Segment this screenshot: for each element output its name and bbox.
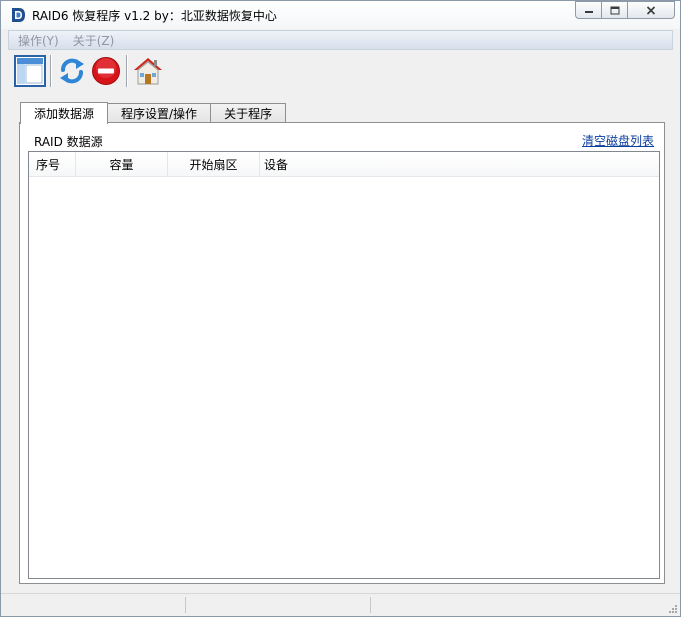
- layout-window-button[interactable]: [13, 54, 47, 88]
- close-button[interactable]: [628, 1, 675, 19]
- app-window: RAID6 恢复程序 v1.2 by：北亚数据恢复中心 操作(Y) 关于(Z) …: [0, 0, 681, 617]
- tab-strip: 添加数据源 程序设置/操作 关于程序: [20, 101, 287, 124]
- layout-window-icon: [14, 55, 46, 87]
- list-header: 序号 容量 开始扇区 设备: [29, 152, 659, 177]
- window-controls: [575, 1, 675, 20]
- stop-button[interactable]: [89, 54, 123, 88]
- refresh-button[interactable]: [55, 54, 89, 88]
- minimize-icon: [584, 11, 593, 13]
- column-header-start-sector[interactable]: 开始扇区: [168, 152, 260, 176]
- toolbar: [13, 53, 165, 89]
- list-body[interactable]: [29, 177, 659, 578]
- app-logo-icon: [12, 8, 25, 22]
- refresh-icon: [60, 58, 84, 84]
- tab-about-program[interactable]: 关于程序: [210, 103, 287, 123]
- maximize-button[interactable]: [602, 1, 628, 19]
- toolbar-separator: [50, 55, 52, 87]
- clear-disk-list-link[interactable]: 清空磁盘列表: [582, 132, 654, 149]
- column-header-capacity[interactable]: 容量: [76, 152, 168, 176]
- tab-program-settings[interactable]: 程序设置/操作: [107, 103, 212, 123]
- window-title: RAID6 恢复程序 v1.2 by：北亚数据恢复中心: [32, 9, 277, 23]
- menu-item-operate[interactable]: 操作(Y): [18, 32, 59, 49]
- status-pane-divider: [370, 597, 371, 613]
- home-icon: [134, 58, 162, 85]
- status-pane-divider: [185, 597, 186, 613]
- menu-bar: 操作(Y) 关于(Z): [8, 30, 673, 50]
- home-button[interactable]: [131, 54, 165, 88]
- disk-list[interactable]: 序号 容量 开始扇区 设备: [28, 151, 660, 579]
- resize-grip-icon[interactable]: [666, 602, 678, 614]
- tab-add-source[interactable]: 添加数据源: [20, 102, 109, 124]
- menu-item-about[interactable]: 关于(Z): [73, 32, 115, 49]
- maximize-icon: [610, 6, 619, 14]
- minimize-button[interactable]: [575, 1, 602, 19]
- close-icon: [646, 5, 656, 15]
- toolbar-separator: [126, 55, 128, 87]
- tab-panel-add-source: RAID 数据源 清空磁盘列表 序号 容量 开始扇区 设备: [19, 122, 665, 584]
- column-header-index[interactable]: 序号: [29, 152, 76, 176]
- stop-icon: [92, 57, 120, 85]
- column-header-device[interactable]: 设备: [260, 152, 659, 176]
- status-bar: [1, 593, 680, 616]
- raid-source-label: RAID 数据源: [34, 135, 103, 149]
- title-bar[interactable]: RAID6 恢复程序 v1.2 by：北亚数据恢复中心: [1, 1, 680, 29]
